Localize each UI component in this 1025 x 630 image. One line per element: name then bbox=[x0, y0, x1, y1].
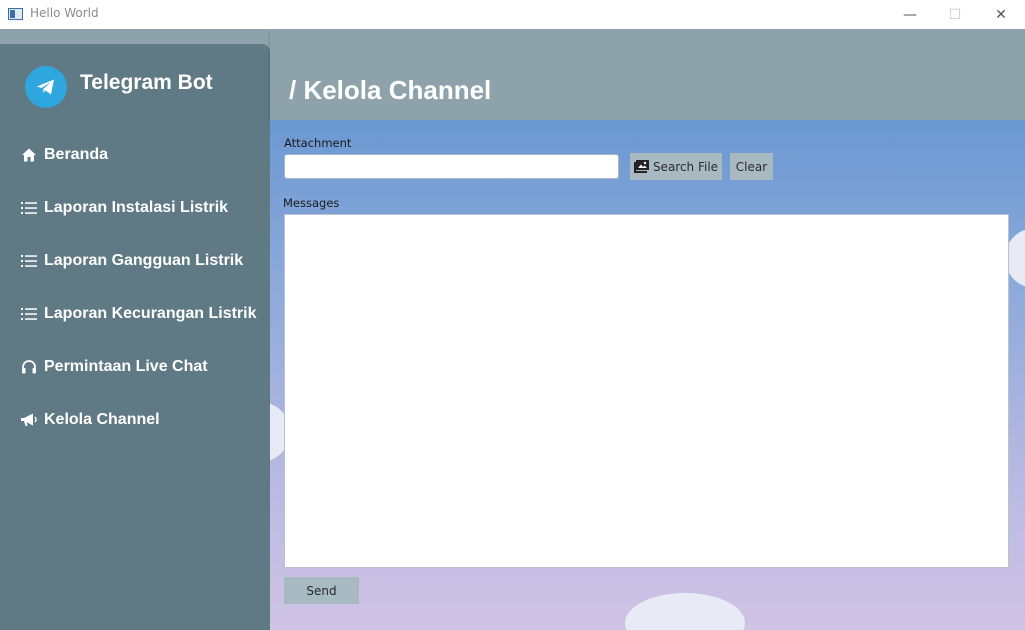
list-icon bbox=[20, 199, 38, 217]
sidebar-item-label: Laporan Kecurangan Listrik bbox=[44, 305, 257, 322]
background-cloud bbox=[625, 593, 745, 630]
sidebar-item-laporan-kecurangan[interactable]: Laporan Kecurangan Listrik bbox=[0, 294, 270, 334]
list-icon bbox=[20, 305, 38, 323]
megaphone-icon bbox=[20, 411, 38, 429]
sidebar-item-label: Laporan Instalasi Listrik bbox=[44, 199, 229, 216]
minimize-button[interactable]: — bbox=[887, 0, 933, 29]
list-icon bbox=[20, 252, 38, 270]
sidebar-item-kelola-channel[interactable]: Kelola Channel bbox=[0, 400, 270, 440]
page-header: / Kelola Channel bbox=[270, 29, 1025, 120]
sidebar-item-laporan-instalasi[interactable]: Laporan Instalasi Listrik bbox=[0, 188, 270, 228]
sidebar: Telegram Bot Beranda Laporan Instalasi L… bbox=[0, 44, 270, 630]
close-button[interactable]: ✕ bbox=[978, 0, 1024, 29]
sidebar-item-label: Permintaan Live Chat bbox=[44, 358, 208, 375]
home-icon bbox=[20, 146, 38, 164]
search-file-label: Search File bbox=[652, 159, 719, 174]
sidebar-item-label: Beranda bbox=[44, 146, 109, 163]
sidebar-item-beranda[interactable]: Beranda bbox=[0, 135, 270, 175]
image-icon bbox=[633, 160, 649, 173]
clear-button[interactable]: Clear bbox=[730, 153, 773, 180]
sidebar-item-label: Kelola Channel bbox=[44, 411, 160, 428]
brand-title: Telegram Bot bbox=[80, 71, 213, 94]
sidebar-item-live-chat[interactable]: Permintaan Live Chat bbox=[0, 347, 270, 387]
window-title: Hello World bbox=[30, 6, 99, 20]
telegram-icon bbox=[25, 66, 67, 108]
page-title: / Kelola Channel bbox=[289, 75, 492, 105]
send-button[interactable]: Send bbox=[284, 577, 359, 604]
main-panel: Attachment Search File Clear Messages Se… bbox=[270, 120, 1025, 630]
app-window-icon bbox=[8, 8, 23, 20]
attachment-input[interactable] bbox=[284, 154, 619, 179]
search-file-button[interactable]: Search File bbox=[630, 153, 722, 180]
sidebar-item-laporan-gangguan[interactable]: Laporan Gangguan Listrik bbox=[0, 241, 270, 281]
messages-label: Messages bbox=[283, 196, 340, 210]
attachment-label: Attachment bbox=[284, 136, 352, 150]
sidebar-item-label: Laporan Gangguan Listrik bbox=[44, 252, 244, 269]
title-bar: Hello World — ☐ ✕ bbox=[0, 0, 1025, 29]
maximize-button[interactable]: ☐ bbox=[932, 0, 978, 29]
messages-textarea[interactable] bbox=[284, 214, 1009, 568]
headset-icon bbox=[20, 358, 38, 376]
